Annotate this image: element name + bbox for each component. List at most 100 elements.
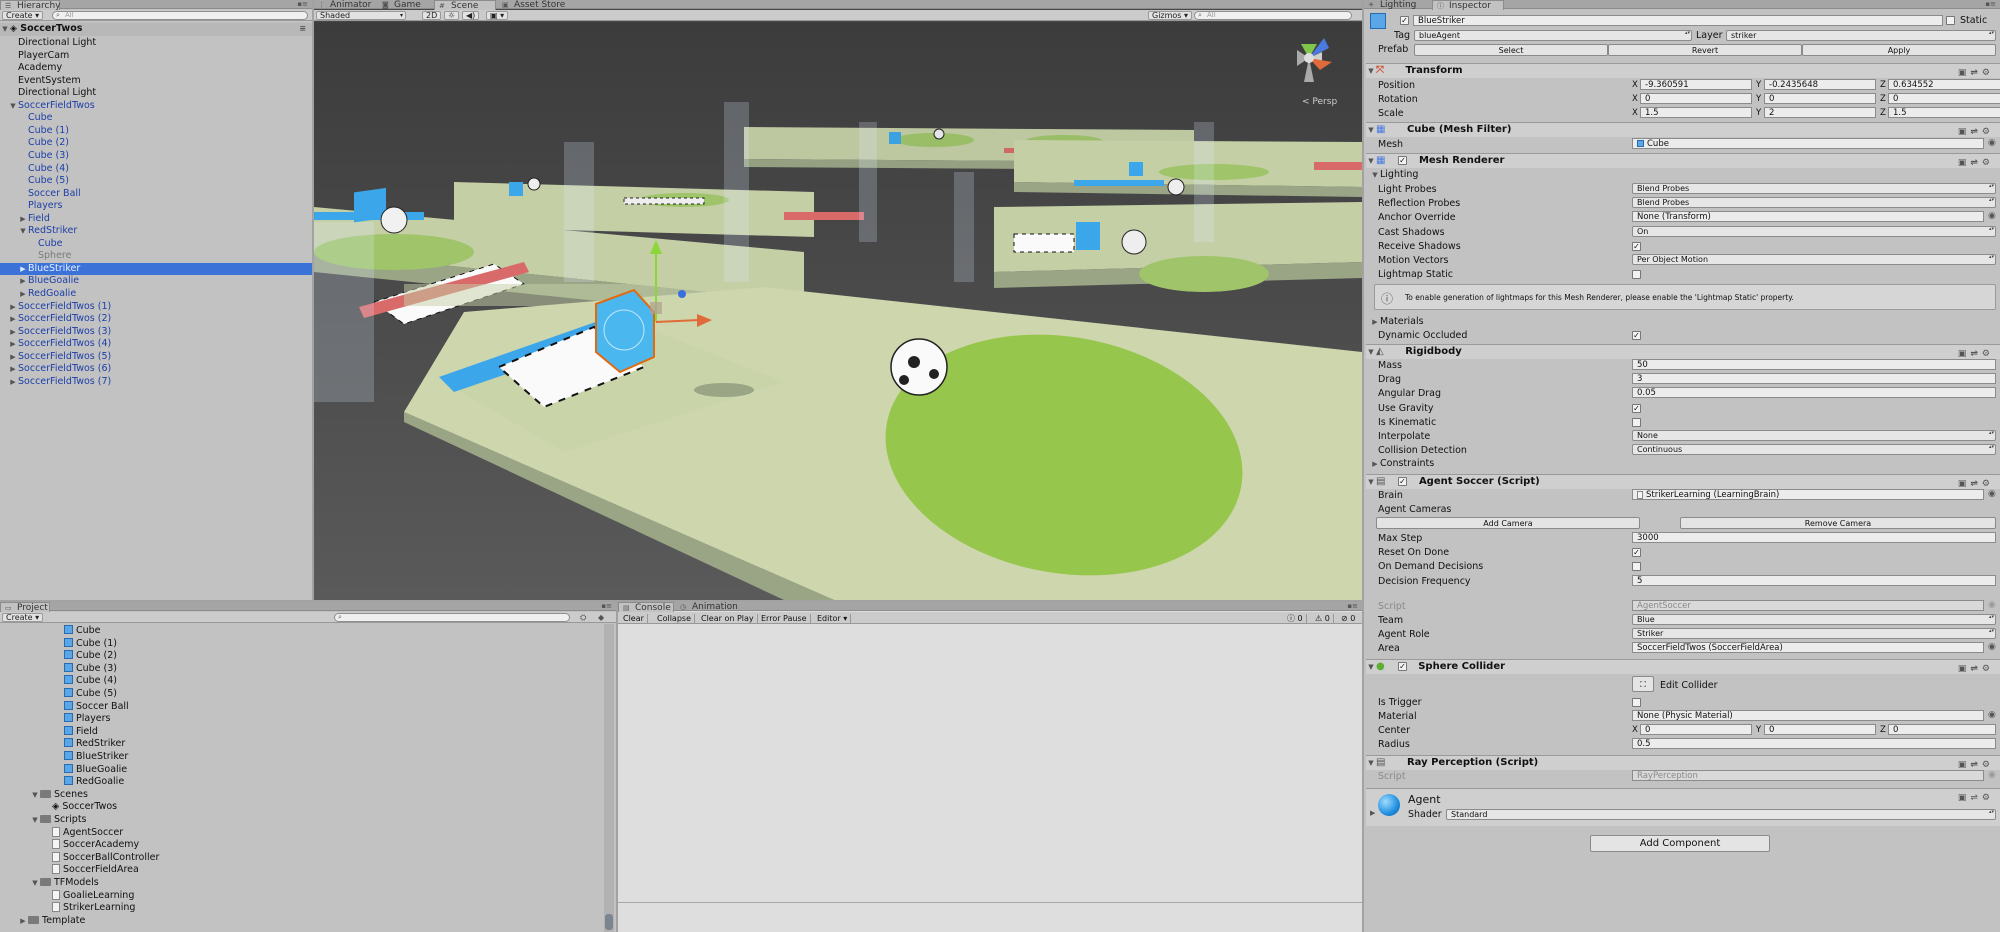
transform-x-field[interactable]: 0 [1640,93,1752,105]
property-dropdown[interactable]: Per Object Motion [1632,254,1996,265]
expand-arrow-icon[interactable]: ▶ [1370,809,1375,817]
hierarchy-item[interactable]: PlayerCam [0,50,312,63]
property-field[interactable]: 3 [1632,373,1996,385]
hierarchy-item[interactable]: ▶ BlueStriker [0,262,312,276]
agent-soccer-header[interactable]: ▼ ▤ ✓ Agent Soccer (Script) ▣⇌⚙ [1366,474,2000,489]
effects-dropdown[interactable]: ▣ ▾ [486,11,509,20]
tab-asset-store[interactable]: ▣ Asset Store [498,0,578,10]
shader-dropdown[interactable]: Standard [1446,809,1996,820]
expand-arrow-icon[interactable]: ▶ [8,326,18,339]
audio-toggle[interactable]: ◀) [462,11,480,20]
project-item[interactable]: StrikerLearning [42,902,135,915]
hierarchy-item[interactable]: Players [0,200,312,213]
error-pause-button[interactable]: Error Pause [758,614,811,624]
object-field[interactable]: SoccerFieldTwos (SoccerFieldArea) [1632,642,1984,654]
hierarchy-item[interactable]: Cube [0,112,312,125]
hierarchy-item[interactable]: ▶ SoccerFieldTwos (7) [0,376,312,389]
panel-menu-icon[interactable]: ▪≡ [297,0,308,8]
expand-arrow-icon[interactable]: ▼ [1366,660,1376,674]
prefab-select-button[interactable]: Select [1414,44,1608,56]
project-item[interactable]: ◈ SoccerTwos [42,801,117,814]
project-item[interactable]: Players [54,713,111,726]
create-button[interactable]: Create ▾ [2,11,44,20]
sphere-collider-enabled-checkbox[interactable]: ✓ [1398,662,1407,671]
clear-on-play-button[interactable]: Clear on Play [698,614,758,624]
scene-menu-icon[interactable]: ≡ [299,23,306,36]
add-camera-button[interactable]: Add Camera [1376,517,1640,529]
active-checkbox[interactable]: ✓ [1400,16,1409,25]
hierarchy-search-input[interactable]: ⌕ All [52,11,308,20]
expand-arrow-icon[interactable]: ▼ [1366,345,1376,359]
radius-field[interactable]: 0.5 [1632,738,1996,749]
expand-arrow-icon[interactable]: ▶ [8,376,18,389]
project-item[interactable]: ▼ Scenes [30,789,88,802]
property-field[interactable]: 50 [1632,359,1996,370]
object-name-field[interactable]: BlueStriker [1413,15,1943,26]
property-checkbox[interactable] [1632,417,1641,427]
is-trigger-checkbox[interactable] [1632,698,1641,707]
remove-camera-button[interactable]: Remove Camera [1680,517,1996,529]
project-item[interactable]: Cube (4) [54,675,117,688]
material-menu-icons[interactable]: ▣⇌⚙ [1958,793,1994,803]
scrollbar-thumb[interactable] [605,914,613,930]
transform-y-field[interactable]: -0.2435648 [1764,79,1876,90]
hierarchy-item[interactable]: Soccer Ball [0,188,312,201]
expand-arrow-icon[interactable]: ▼ [1366,756,1376,770]
hierarchy-item[interactable]: Academy [0,62,312,75]
expand-arrow-icon[interactable]: ▶ [18,915,28,928]
hierarchy-item[interactable]: Cube (1) [0,125,312,138]
collapse-button[interactable]: Collapse [654,614,695,624]
persp-label[interactable]: < Persp [1302,97,1337,107]
layer-dropdown[interactable]: striker [1726,30,1996,41]
log-count-toggle[interactable]: ⓘ 0 [1284,614,1307,624]
property-dropdown[interactable]: On [1632,225,1996,237]
gizmos-dropdown[interactable]: Gizmos ▾ [1148,11,1193,20]
prefab-apply-button[interactable]: Apply [1802,44,1996,56]
object-picker-icon[interactable]: ◉ [1988,211,1996,221]
object-picker-icon[interactable]: ◉ [1988,710,1996,720]
project-item[interactable]: SoccerAcademy [42,839,139,852]
filter-label-icon[interactable]: ◆ [598,613,604,622]
property-dropdown[interactable]: Blend Probes [1632,183,1996,194]
property-dropdown[interactable]: Striker [1632,628,1996,640]
lighting-foldout[interactable]: ▼ Lighting [1370,169,1418,180]
property-dropdown[interactable]: None [1632,430,1996,441]
property-field[interactable]: 5 [1632,574,1996,586]
object-picker-icon[interactable]: ◉ [1988,138,1996,148]
hierarchy-item[interactable]: ▼ RedStriker [0,225,312,238]
panel-menu-icon[interactable]: ▪≡ [1985,0,1996,8]
component-menu-icons[interactable]: ▣⇌⚙ [1958,66,1994,80]
scene-search-input[interactable]: ⌕ All [1194,11,1352,20]
tab-lighting[interactable]: ☀ Lighting [1364,0,1430,10]
project-item[interactable]: Cube (2) [54,650,117,663]
expand-arrow-icon[interactable]: ▼ [18,225,28,238]
center-y-field[interactable]: 0 [1764,724,1876,735]
scene-root-row[interactable]: ▼ ◈ SoccerTwos ≡ [0,23,312,36]
object-field[interactable]: None (Transform) [1632,211,1984,223]
panel-menu-icon[interactable]: ▪≡ [601,602,612,610]
center-x-field[interactable]: 0 [1640,724,1752,735]
expand-arrow-icon[interactable]: ▶ [18,213,28,226]
project-scrollbar[interactable] [604,624,614,932]
expand-arrow-icon[interactable]: ▼ [30,814,40,827]
hierarchy-item[interactable]: Cube (3) [0,150,312,163]
hierarchy-item[interactable]: ▶ BlueGoalie [0,275,312,288]
expand-arrow-icon[interactable]: ▼ [1366,123,1376,137]
property-dropdown[interactable]: Blue [1632,614,1996,625]
tab-animation[interactable]: ◷ Animation [676,602,746,612]
object-picker-icon[interactable]: ◉ [1988,642,1996,652]
mesh-renderer-header[interactable]: ▼ ▦ ✓ Mesh Renderer ▣⇌⚙ [1366,153,2000,168]
project-item[interactable]: AgentSoccer [42,826,123,840]
hierarchy-item[interactable]: Directional Light [0,37,312,50]
tab-inspector[interactable]: ⓘ Inspector [1432,0,1504,11]
project-item[interactable]: ▼ Scripts [30,814,86,827]
project-search-input[interactable]: ⌕ [334,613,570,622]
property-checkbox[interactable]: ✓ [1632,548,1641,558]
project-create-button[interactable]: Create ▾ [2,613,44,622]
physic-material-field[interactable]: None (Physic Material) [1632,710,1984,721]
expand-arrow-icon[interactable]: ▶ [8,313,18,326]
project-item[interactable]: Cube (5) [54,688,117,701]
hierarchy-item[interactable]: ▶ SoccerFieldTwos (6) [0,363,312,376]
mode-2d-button[interactable]: 2D [422,11,442,20]
transform-header[interactable]: ▼ ⤧ Transform ▣⇌⚙ [1366,63,2000,78]
